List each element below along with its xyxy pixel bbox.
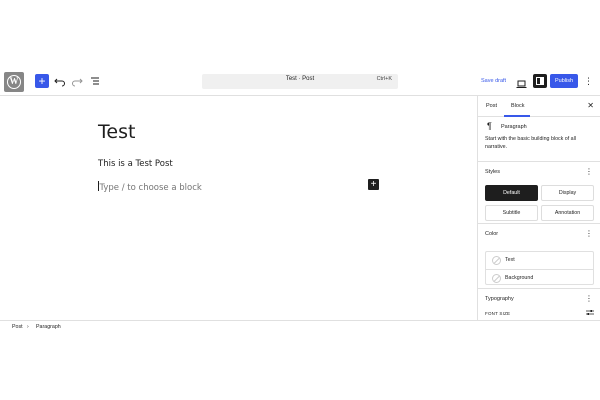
breadcrumb-post[interactable]: Post [12,324,23,330]
styles-options-icon[interactable]: ⋮ [585,167,593,176]
preview-device-icon[interactable] [516,76,527,88]
redo-icon[interactable] [70,74,84,88]
empty-block-placeholder[interactable]: Type / to choose a block [98,181,202,193]
editor-app: W + Test · Post Ctrl+K Save draft Publis… [0,68,600,332]
color-item-label: Text [505,257,515,263]
document-title: Test · Post [285,76,315,82]
color-heading: Color [485,231,499,237]
inline-add-block-button[interactable]: + [368,179,379,190]
color-item-label: Background [505,275,534,281]
settings-sidebar: Post Block ✕ ¶ Paragraph Start with the … [477,96,600,320]
block-name: Paragraph [501,124,527,130]
typography-options-icon[interactable]: ⋮ [585,294,593,303]
paragraph-icon: ¶ [487,121,492,131]
style-annotation-button[interactable]: Annotation [541,205,594,221]
chevron-right-icon: › [27,324,29,330]
placeholder-text: Type / to choose a block [99,183,202,193]
document-overview-icon[interactable] [88,74,102,88]
publish-button[interactable]: Publish [550,74,578,88]
color-settings-list: Text Background [485,251,594,285]
style-subtitle-button[interactable]: Subtitle [485,205,538,221]
styles-panel: Styles ⋮ Default Display Subtitle Annota… [478,162,600,224]
close-icon[interactable]: ✕ [587,101,594,110]
font-size-label: FONT SIZE [485,311,511,316]
sidebar-tabs: Post Block ✕ [478,96,600,117]
tab-post[interactable]: Post [486,103,497,109]
color-options-icon[interactable]: ⋮ [585,229,593,238]
typography-heading: Typography [485,296,514,302]
tab-block[interactable]: Block [511,103,524,109]
style-display-button[interactable]: Display [541,185,594,201]
settings-sidebar-toggle-icon[interactable] [533,74,547,88]
color-text-item[interactable]: Text [486,252,593,269]
empty-swatch-icon [492,256,501,265]
command-palette-bar[interactable]: Test · Post Ctrl+K [202,74,398,89]
block-description: Start with the basic building block of a… [485,136,576,150]
paragraph-block[interactable]: This is a Test Post [98,159,173,169]
style-default-button[interactable]: Default [485,185,538,201]
save-draft-button[interactable]: Save draft [481,78,506,84]
undo-icon[interactable] [53,74,67,88]
styles-heading: Styles [485,169,500,175]
editor-canvas[interactable]: Test This is a Test Post Type / to choos… [0,96,477,320]
post-title[interactable]: Test [98,121,135,143]
custom-size-sliders-icon[interactable] [586,309,594,318]
command-shortcut: Ctrl+K [376,76,392,82]
empty-swatch-icon [492,274,501,283]
color-panel: Color ⋮ Text Background [478,224,600,289]
block-card: ¶ Paragraph Start with the basic buildin… [478,117,600,162]
block-inserter-button[interactable]: + [35,74,49,88]
typography-panel: Typography ⋮ FONT SIZE [478,289,600,320]
color-background-item[interactable]: Background [486,269,593,286]
more-options-icon[interactable]: ⋮ [584,74,593,88]
breadcrumb: Post › Paragraph [0,320,600,332]
breadcrumb-paragraph[interactable]: Paragraph [36,324,61,330]
wordpress-logo-icon[interactable]: W [4,72,24,92]
top-toolbar: W + Test · Post Ctrl+K Save draft Publis… [0,68,600,96]
